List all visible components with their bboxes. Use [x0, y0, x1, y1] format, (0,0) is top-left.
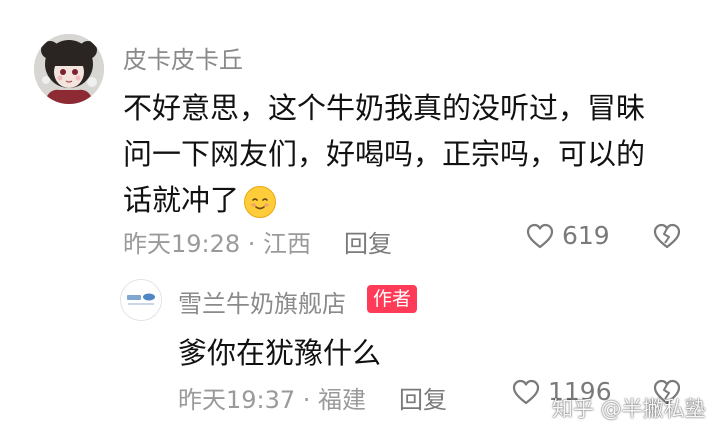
reply-button[interactable]: 回复: [344, 224, 392, 259]
comment-line: 不好意思，这个牛奶我真的没听过，冒昧: [123, 91, 646, 125]
comment-line-last: 话就冲了: [123, 177, 683, 223]
zhihu-watermark: 知乎 @半撇私塾: [552, 397, 706, 421]
smiling-face-emoji-icon: [244, 186, 277, 218]
reply-body: 爹你在犹豫什么: [178, 336, 382, 370]
comment-time-location: 昨天19:28 · 江西: [123, 230, 312, 258]
reply-reply-button[interactable]: 回复: [399, 380, 447, 415]
shop-logo-icon: [121, 280, 161, 320]
comment-line-text: 话就冲了: [123, 183, 240, 217]
reply-time-location: 昨天19:37 · 福建: [178, 386, 367, 414]
shop-avatar[interactable]: [120, 279, 162, 321]
reply-username[interactable]: 雪兰牛奶旗舰店: [178, 284, 346, 319]
like-button[interactable]: 619: [526, 221, 610, 250]
user-avatar[interactable]: [34, 34, 104, 104]
like-count: 619: [562, 221, 610, 250]
anime-avatar-image: [34, 34, 104, 104]
author-badge: 作者: [367, 285, 418, 313]
heart-outline-icon: [526, 223, 554, 248]
comment-body: 不好意思，这个牛奶我真的没听过，冒昧 问一下网友们，好喝吗，正宗吗，可以的 话就…: [123, 85, 683, 223]
heart-outline-icon: [512, 379, 540, 404]
broken-heart-icon[interactable]: [653, 223, 681, 249]
comment-username[interactable]: 皮卡皮卡丘: [123, 40, 243, 75]
comment-line: 问一下网友们，好喝吗，正宗吗，可以的: [123, 137, 646, 171]
